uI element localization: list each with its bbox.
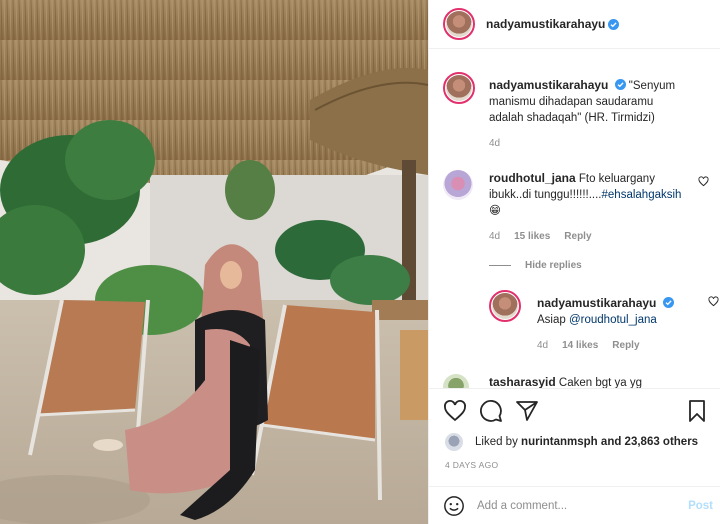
reply-reply-button[interactable]: Reply bbox=[612, 338, 639, 354]
reply-username[interactable]: nadyamustikarahayu bbox=[537, 296, 656, 310]
caption-username[interactable]: nadyamustikarahayu bbox=[489, 78, 608, 92]
like-reply-heart-icon[interactable] bbox=[708, 296, 719, 307]
comment-emoji: 😁 bbox=[489, 205, 501, 217]
hide-replies-line bbox=[489, 265, 511, 266]
commenter-avatar[interactable] bbox=[443, 170, 473, 200]
like-comment-heart-icon[interactable] bbox=[698, 176, 709, 187]
comment-hashtag[interactable]: #ehsalahgaksih bbox=[602, 189, 682, 201]
liked-by-prefix: Liked by bbox=[475, 436, 518, 448]
comments-section[interactable]: nadyamustikarahayu "Senyum manismu dihad… bbox=[429, 50, 720, 388]
reply-mention[interactable]: @roudhotul_jana bbox=[569, 314, 657, 326]
post-actions: Liked by nurintanmsph and 23,863 others … bbox=[429, 388, 720, 524]
verified-icon bbox=[608, 18, 620, 30]
author-username[interactable]: nadyamustikarahayu bbox=[486, 17, 605, 31]
comment-text: Caken bgt ya yg bbox=[558, 377, 643, 388]
post-comment-button[interactable]: Post bbox=[688, 500, 713, 512]
share-icon[interactable] bbox=[515, 399, 539, 423]
comment-reply-button[interactable]: Reply bbox=[564, 229, 591, 245]
post-header: nadyamustikarahayu bbox=[429, 0, 720, 49]
reply-likes[interactable]: 14 likes bbox=[562, 338, 598, 354]
liked-by-others[interactable]: and 23,863 others bbox=[601, 436, 698, 448]
verified-icon bbox=[614, 79, 626, 90]
comment-input[interactable]: Add a comment... bbox=[477, 500, 677, 512]
caption-avatar[interactable] bbox=[443, 72, 475, 104]
author-avatar[interactable] bbox=[443, 8, 475, 40]
reply-text: Asiap bbox=[537, 314, 566, 326]
hide-replies-label: Hide replies bbox=[525, 260, 582, 271]
reply-age: 4d bbox=[537, 340, 549, 351]
liked-by-user[interactable]: nurintanmsph bbox=[521, 436, 598, 448]
comment-age: 4d bbox=[489, 231, 501, 242]
post-side-panel: nadyamustikarahayu nadyamustikarahayu "S… bbox=[428, 0, 720, 524]
comment-icon[interactable] bbox=[479, 399, 503, 423]
post-image bbox=[0, 0, 428, 524]
liker-avatar[interactable] bbox=[445, 433, 463, 451]
post-timestamp[interactable]: 4 DAYS AGO bbox=[445, 460, 498, 470]
verified-icon bbox=[662, 297, 674, 308]
hide-replies-button[interactable]: Hide replies bbox=[489, 260, 582, 271]
emoji-icon[interactable] bbox=[443, 495, 465, 517]
comment-likes[interactable]: 15 likes bbox=[514, 229, 550, 245]
post-photo[interactable] bbox=[0, 0, 428, 524]
add-comment-bar: Add a comment... Post bbox=[429, 486, 720, 524]
liked-by: Liked by nurintanmsph and 23,863 others bbox=[445, 433, 698, 451]
commenter-avatar[interactable] bbox=[443, 374, 469, 388]
comment-username[interactable]: roudhotul_jana bbox=[489, 171, 576, 185]
bookmark-icon[interactable] bbox=[685, 399, 709, 423]
comment-username[interactable]: tasharasyid bbox=[489, 375, 556, 388]
reply-avatar[interactable] bbox=[489, 290, 521, 322]
caption-age: 4d bbox=[489, 138, 501, 149]
heart-icon[interactable] bbox=[443, 399, 467, 423]
